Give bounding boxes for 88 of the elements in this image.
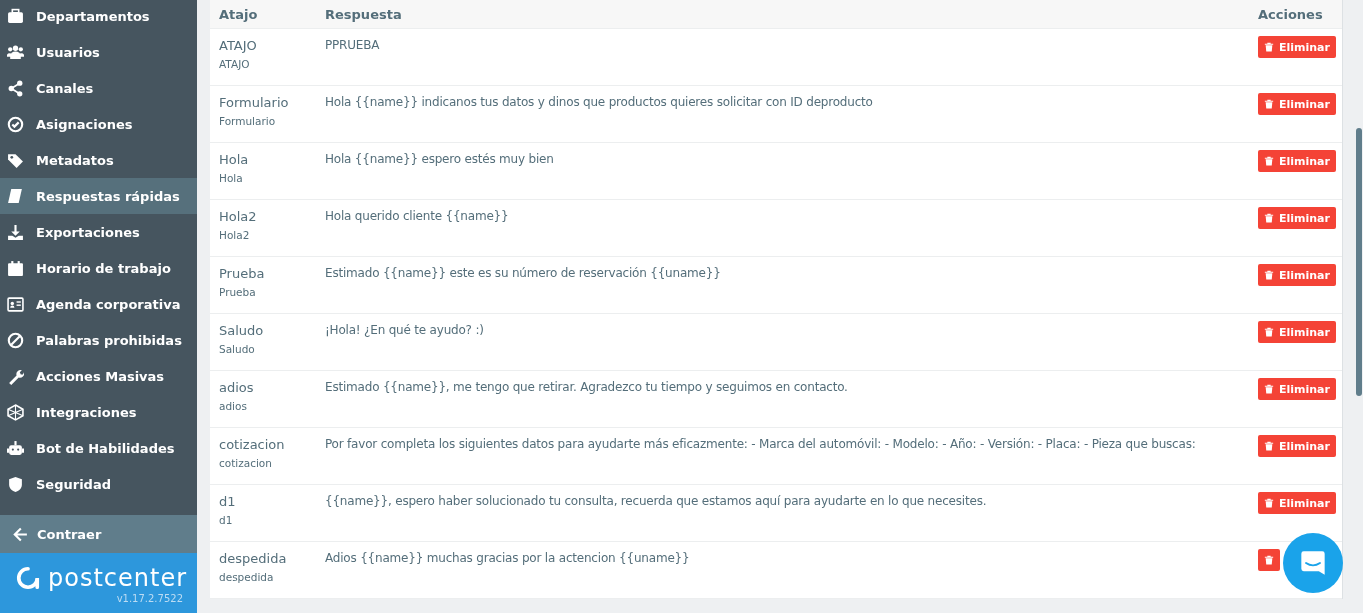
response-text: PPRUEBA [325, 37, 381, 54]
trash-icon [1264, 270, 1274, 280]
scrollbar-thumb[interactable] [1356, 128, 1362, 396]
menu-item-icon [7, 295, 24, 313]
menu-item-icon [7, 115, 24, 133]
menu-item-icon [7, 259, 24, 277]
sidebar-item[interactable]: Exportaciones [0, 214, 197, 250]
shortcut-text: Prueba [219, 266, 266, 281]
trash-icon [1264, 213, 1274, 223]
sidebar-item[interactable]: Horario de trabajo [0, 250, 197, 286]
sidebar-item[interactable]: Respuestas rápidas [0, 178, 197, 214]
column-header: Atajo [218, 6, 259, 22]
shortcut-name: adios [219, 400, 248, 412]
sidebar-item[interactable]: Integraciones [0, 394, 197, 430]
shortcut-name: Prueba [219, 286, 257, 298]
menu-item-icon [7, 223, 24, 241]
sidebar-item[interactable]: Departamentos [0, 0, 197, 34]
arrow-left-icon [12, 525, 29, 543]
menu-item-icon [7, 43, 24, 61]
shortcut-text: Formulario [219, 95, 290, 110]
shortcut-text: d1 [219, 494, 237, 509]
delete-button[interactable]: Eliminar [1258, 378, 1336, 400]
delete-button[interactable]: Eliminar [1258, 264, 1336, 286]
delete-button[interactable]: Eliminar [1258, 150, 1336, 172]
menu-item-icon [7, 79, 24, 97]
trash-icon [1264, 327, 1274, 337]
shortcut-text: cotizacion [219, 437, 286, 452]
shortcut-name: d1 [219, 514, 234, 526]
shortcut-text: ATAJO [219, 38, 258, 53]
trash-icon [1264, 384, 1274, 394]
trash-icon [1264, 99, 1274, 109]
menu-item-icon [7, 475, 24, 493]
sidebar-item[interactable]: Acciones Masivas [0, 358, 197, 394]
shortcut-name: cotizacion [219, 457, 273, 469]
sidebar-item[interactable]: Agenda corporativa [0, 286, 197, 322]
response-text: Hola querido cliente {{name}} [325, 208, 510, 225]
delete-button[interactable]: Eliminar [1258, 435, 1336, 457]
shortcut-name: Hola [219, 172, 244, 184]
delete-button[interactable]: Eliminar [1258, 321, 1336, 343]
sidebar-item[interactable]: Usuarios [0, 34, 197, 70]
response-text: {{name}}, espero haber solucionado tu consulta, recuerda que estamos aquí para ayudarte en lo que necesites. [325, 493, 988, 510]
sidebar-item[interactable]: Palabras prohibidas [0, 322, 197, 358]
menu-item-icon [7, 403, 24, 421]
chat-bubble-icon [1299, 549, 1327, 577]
response-text: Estimado {{name}} este es su número de reservación {{uname}} [325, 265, 722, 282]
collapse-button[interactable]: Contraer [0, 515, 197, 553]
sidebar-item[interactable]: Metadatos [0, 142, 197, 178]
column-header: Acciones [1258, 6, 1324, 22]
shortcut-text: Saludo [219, 323, 265, 338]
shortcut-name: Hola2 [219, 229, 251, 241]
delete-button[interactable]: Eliminar [1258, 207, 1336, 229]
menu-item-icon [7, 187, 24, 205]
shortcut-name: ATAJO [219, 58, 251, 70]
menu-item-icon [7, 7, 24, 25]
shortcut-name: despedida [219, 571, 275, 583]
shortcut-name: Formulario [219, 115, 277, 127]
response-text: Hola {{name}} espero estés muy bien [325, 151, 555, 168]
delete-button[interactable]: Eliminar [1258, 492, 1336, 514]
menu-item-icon [7, 367, 24, 385]
sidebar-item[interactable]: Bot de Habilidades [0, 430, 197, 466]
shortcut-text: adios [219, 380, 255, 395]
trash-icon [1264, 498, 1274, 508]
shortcut-text: Hola [219, 152, 250, 167]
response-text: Adios {{name}} muchas gracias por la actencion {{uname}} [325, 550, 691, 567]
response-text: Por favor completa los siguientes datos para ayudarte más eficazmente: - Marca del automóvil: - Modelo: - Año: - Versión: - Placa: - Pieza que buscas: [325, 436, 1197, 453]
menu-item-icon [7, 439, 24, 457]
trash-icon [1264, 441, 1274, 451]
response-text: Estimado {{name}}, me tengo que retirar. Agradezco tu tiempo y seguimos en contacto. [325, 379, 849, 396]
logo-icon [16, 566, 40, 590]
sidebar-item[interactable]: Seguridad [0, 466, 197, 502]
sidebar-item[interactable]: Asignaciones [0, 106, 197, 142]
trash-icon [1264, 555, 1274, 565]
menu-item-icon [7, 151, 24, 169]
delete-button[interactable]: Eliminar [1258, 36, 1336, 58]
column-header: Respuesta [325, 6, 403, 22]
menu-item-icon [7, 331, 24, 349]
shortcut-text: despedida [219, 551, 288, 566]
shortcut-text: Hola2 [219, 209, 258, 224]
sidebar-item[interactable]: Canales [0, 70, 197, 106]
delete-button[interactable] [1258, 549, 1280, 571]
trash-icon [1264, 156, 1274, 166]
response-text: ¡Hola! ¿En qué te ayudo? :) [325, 322, 485, 339]
delete-button[interactable]: Eliminar [1258, 93, 1336, 115]
logo-text: postcenter [48, 565, 188, 591]
shortcut-name: Saludo [219, 343, 256, 355]
version-label: v1.17.2.7522 [116, 593, 183, 604]
response-text: Hola {{name}} indicanos tus datos y dinos que productos quieres solicitar con ID deproducto [325, 94, 874, 111]
trash-icon [1264, 42, 1274, 52]
